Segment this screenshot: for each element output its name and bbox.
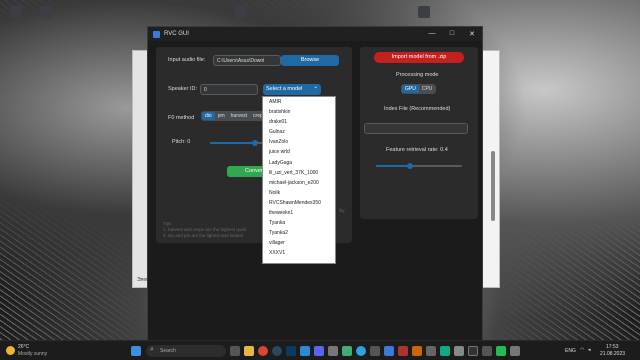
desktop-icon[interactable] (235, 6, 247, 18)
index-file-label: Index File (Recommended) (384, 106, 451, 112)
model-option[interactable]: drake01 (263, 117, 335, 127)
task-view-icon[interactable] (230, 346, 240, 356)
discord-icon[interactable] (314, 346, 324, 356)
pitch-slider-fill (210, 142, 255, 144)
desktop-icon[interactable] (40, 6, 52, 18)
f0-option-harvest[interactable]: harvest (228, 112, 250, 120)
f0-method-selector: dio pm harvest crep (201, 111, 267, 121)
import-model-button[interactable]: Import model from .zip (374, 52, 464, 63)
weather-sun-icon[interactable] (6, 346, 15, 355)
chrome-icon[interactable] (258, 346, 268, 356)
maximize-button[interactable]: □ (442, 30, 462, 38)
f0-method-label: F0 method (168, 115, 195, 121)
app-icon-generic[interactable] (426, 346, 436, 356)
model-option[interactable]: RVCShawnMendes350 (263, 198, 335, 208)
windows-start-icon[interactable] (131, 346, 141, 356)
feature-rate-label: Feature retrieval rate: 0.4 (386, 147, 448, 153)
taskbar: 26°C Mostly sunny ⌕ Search ENG ◠ ◂ 17:53… (0, 340, 640, 360)
mode-cpu[interactable]: CPU (419, 85, 436, 93)
terminal-icon[interactable] (468, 346, 478, 356)
input-audio-field[interactable]: C:\Users\Asus\Downl (213, 55, 281, 66)
desktop-icon[interactable] (418, 6, 430, 18)
telegram-icon[interactable] (356, 346, 366, 356)
background-window-scrollbar[interactable] (491, 151, 495, 221)
search-icon: ⌕ (150, 346, 154, 353)
mode-gpu[interactable]: GPU (402, 85, 419, 93)
close-button[interactable]: ✕ (462, 30, 482, 38)
app-icon-generic[interactable] (496, 346, 506, 356)
title-bar[interactable]: RVC GUI — □ ✕ (148, 27, 482, 41)
app-icon-generic[interactable] (454, 346, 464, 356)
model-option[interactable]: Tyanka2 (263, 228, 335, 238)
model-select-label: Select a model (266, 86, 303, 92)
model-option[interactable]: XXXV1 (263, 248, 335, 258)
volume-icon[interactable]: ◂ (588, 347, 591, 353)
model-option[interactable]: Nolik (263, 188, 335, 198)
pitch-slider-knob[interactable] (252, 140, 258, 146)
feature-rate-slider-knob[interactable] (407, 163, 414, 169)
language-indicator[interactable]: ENG (565, 348, 576, 354)
model-select[interactable]: Select a model ⌄ (263, 84, 321, 95)
model-settings-panel: Import model from .zip Processing mode G… (360, 47, 478, 219)
model-option[interactable]: Gulnaz (263, 127, 335, 137)
model-option[interactable]: villager (263, 238, 335, 248)
speaker-id-field[interactable]: 0 (200, 84, 258, 95)
model-option[interactable]: Tyanka (263, 218, 335, 228)
desktop-icon[interactable] (10, 6, 22, 18)
app-icon-generic[interactable] (510, 346, 520, 356)
minimize-button[interactable]: — (422, 30, 442, 38)
photoshop-icon[interactable] (286, 346, 296, 356)
input-audio-label: Input audio file: (168, 57, 206, 63)
model-option[interactable]: AMIR (263, 97, 335, 107)
browse-button[interactable]: Browse (281, 55, 339, 66)
pitch-label: Pitch: 0 (172, 139, 191, 145)
app-icon-generic[interactable] (412, 346, 422, 356)
model-option[interactable]: bratishkin (263, 107, 335, 117)
weather-temperature[interactable]: 26°C (18, 344, 29, 350)
vscode-icon[interactable] (300, 346, 310, 356)
model-dropdown-list: AMIR bratishkin drake01 Gulnaz IvanZolo juice… (262, 96, 336, 264)
model-option[interactable]: lil_uzi_vert_37K_1000 (263, 168, 335, 178)
app-icon-generic[interactable] (482, 346, 492, 356)
tips-line-2-tail: lity. (339, 208, 346, 213)
wifi-icon[interactable]: ◠ (580, 347, 584, 353)
model-option[interactable]: theweekn1 (263, 208, 335, 218)
app-icon (153, 30, 160, 38)
window-title: RVC GUI (164, 31, 189, 37)
steam-icon[interactable] (272, 346, 282, 356)
processing-mode-selector: GPU CPU (401, 84, 437, 94)
feature-rate-slider-fill (376, 165, 411, 167)
taskbar-search[interactable]: ⌕ Search (146, 345, 226, 357)
clock-date[interactable]: 21.08.2023 (600, 351, 625, 357)
index-file-field[interactable] (364, 123, 468, 134)
app-icon-generic[interactable] (328, 346, 338, 356)
processing-mode-label: Processing mode (396, 72, 439, 78)
f0-option-pm[interactable]: pm (215, 112, 228, 120)
search-placeholder: Search (160, 348, 176, 354)
model-option[interactable]: juice wrld (263, 147, 335, 157)
chevron-down-icon: ⌄ (313, 84, 318, 90)
rvc-gui-taskbar-icon[interactable] (384, 346, 394, 356)
speaker-id-label: Speaker ID: (168, 86, 198, 92)
model-option[interactable]: LadyGaga (263, 158, 335, 168)
app-icon-generic[interactable] (370, 346, 380, 356)
weather-description[interactable]: Mostly sunny (18, 351, 47, 357)
file-explorer-icon[interactable] (244, 346, 254, 356)
feature-rate-slider[interactable] (376, 163, 462, 169)
clock-time[interactable]: 17:53 (606, 344, 619, 350)
model-option[interactable]: IvanZolo (263, 137, 335, 147)
f0-option-dio[interactable]: dio (202, 112, 215, 120)
model-option[interactable]: michael-jackson_e200 (263, 178, 335, 188)
app-icon-generic[interactable] (440, 346, 450, 356)
app-icon-generic[interactable] (398, 346, 408, 356)
app-icon-generic[interactable] (342, 346, 352, 356)
